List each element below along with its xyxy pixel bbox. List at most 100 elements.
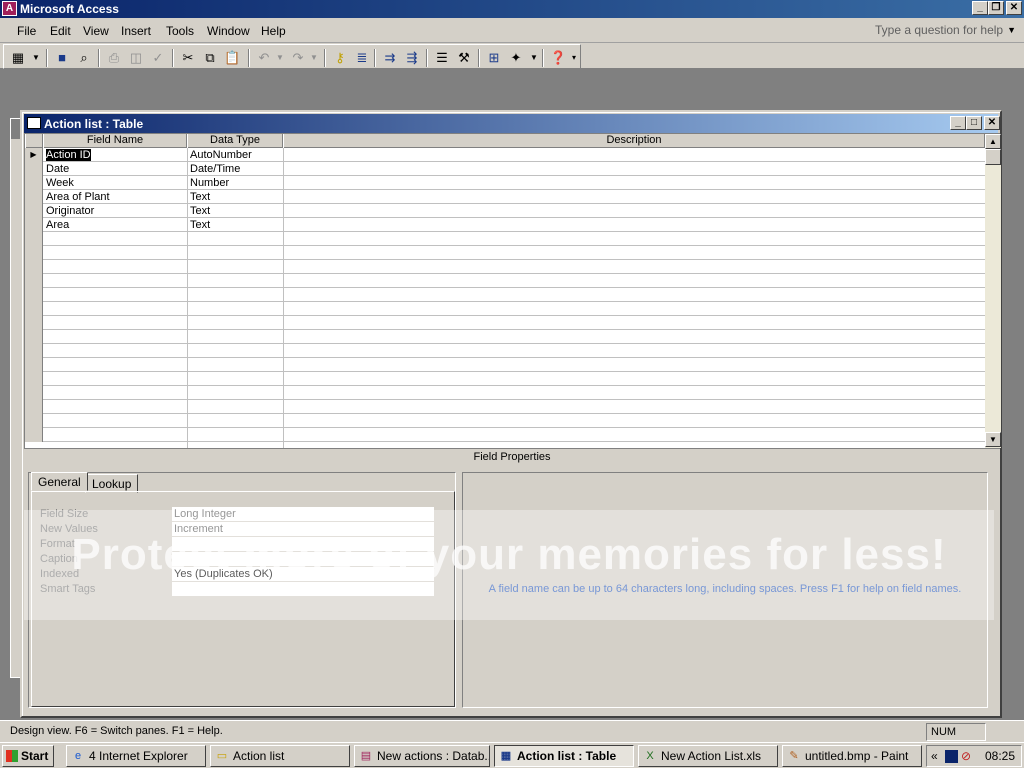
task-action-list-table[interactable]: ▦ Action list : Table	[494, 745, 634, 767]
view-design-icon[interactable]: ▦	[10, 50, 26, 65]
row-selector[interactable]	[25, 190, 43, 204]
tray-expand-icon[interactable]: «	[931, 749, 938, 763]
row-selector[interactable]	[25, 218, 43, 232]
restore-button[interactable]: ❐	[988, 1, 1004, 15]
start-button[interactable]: Start	[2, 745, 54, 767]
paste-icon[interactable]: 📋	[224, 50, 240, 65]
property-value-format[interactable]	[172, 537, 434, 551]
description-cell[interactable]	[283, 218, 985, 232]
description-cell[interactable]	[283, 176, 985, 190]
data-type-cell[interactable]: Date/Time	[187, 162, 283, 176]
description-cell[interactable]	[283, 148, 985, 162]
menu-edit[interactable]: Edit	[50, 24, 71, 38]
new-object-icon[interactable]: ✦	[508, 50, 524, 65]
cut-icon[interactable]: ✂	[180, 50, 196, 65]
empty-row[interactable]	[25, 386, 985, 400]
field-name-cell[interactable]: Area	[43, 218, 187, 232]
minimize-button[interactable]: _	[972, 1, 988, 15]
empty-row[interactable]	[25, 260, 985, 274]
delete-rows-icon[interactable]: ⇶	[404, 50, 420, 65]
field-name-cell[interactable]: Area of Plant	[43, 190, 187, 204]
empty-row[interactable]	[25, 288, 985, 302]
scroll-up-icon[interactable]: ▲	[985, 134, 1001, 149]
description-cell[interactable]	[283, 204, 985, 218]
toolbar-options-icon[interactable]: ▾	[570, 50, 578, 65]
task-paint[interactable]: ✎ untitled.bmp - Paint	[782, 745, 922, 767]
empty-row[interactable]	[25, 372, 985, 386]
database-window-icon[interactable]: ⊞	[486, 50, 502, 65]
empty-row[interactable]	[25, 316, 985, 330]
table-row[interactable]: Originator Text	[25, 204, 985, 218]
current-row-arrow-icon[interactable]: ▶	[25, 148, 43, 162]
field-name-cell[interactable]: Originator	[43, 204, 187, 218]
empty-row[interactable]	[25, 274, 985, 288]
build-icon[interactable]: ⚒	[456, 50, 472, 65]
primary-key-icon[interactable]: ⚷	[332, 50, 348, 65]
redo-icon[interactable]: ↷	[290, 50, 306, 65]
table-row[interactable]: Date Date/Time	[25, 162, 985, 176]
data-type-cell[interactable]: Text	[187, 190, 283, 204]
task-internet-explorer[interactable]: e 4 Internet Explorer	[66, 745, 206, 767]
data-type-cell[interactable]: AutoNumber	[187, 148, 283, 162]
menu-insert[interactable]: Insert	[121, 24, 151, 38]
row-selector[interactable]	[25, 204, 43, 218]
properties-icon[interactable]: ☰	[434, 50, 450, 65]
close-button[interactable]: ✕	[1006, 1, 1022, 15]
tab-general[interactable]: General	[31, 472, 88, 491]
menu-window[interactable]: Window	[207, 24, 250, 38]
empty-row[interactable]	[25, 246, 985, 260]
description-cell[interactable]	[283, 162, 985, 176]
menu-tools[interactable]: Tools	[166, 24, 194, 38]
empty-row[interactable]	[25, 400, 985, 414]
empty-row[interactable]	[25, 414, 985, 428]
table-row[interactable]: Area Text	[25, 218, 985, 232]
data-type-cell[interactable]: Text	[187, 218, 283, 232]
property-value-indexed[interactable]: Yes (Duplicates OK)	[172, 567, 434, 581]
row-selector[interactable]	[25, 176, 43, 190]
property-value-new-values[interactable]: Increment	[172, 522, 434, 536]
search-icon[interactable]: ⌕	[76, 50, 92, 65]
antivirus-icon[interactable]: ⊘	[961, 749, 971, 763]
column-header-description[interactable]: Description	[283, 134, 985, 148]
column-header-field-name[interactable]: Field Name	[43, 134, 187, 148]
task-excel-file[interactable]: X New Action List.xls	[638, 745, 778, 767]
field-name-cell[interactable]: Action ID	[43, 148, 187, 162]
property-value-caption[interactable]	[172, 552, 434, 566]
table-row[interactable]: ▶ Action ID AutoNumber	[25, 148, 985, 162]
vertical-scrollbar[interactable]: ▲ ▼	[985, 134, 1001, 448]
table-row[interactable]: Week Number	[25, 176, 985, 190]
empty-row[interactable]	[25, 358, 985, 372]
table-row[interactable]: Area of Plant Text	[25, 190, 985, 204]
row-selector[interactable]	[25, 162, 43, 176]
insert-rows-icon[interactable]: ⇉	[382, 50, 398, 65]
data-type-cell[interactable]: Text	[187, 204, 283, 218]
scroll-thumb[interactable]	[985, 149, 1001, 165]
property-value-field-size[interactable]: Long Integer	[172, 507, 434, 521]
chevron-down-icon[interactable]: ▼	[272, 50, 288, 65]
column-header-data-type[interactable]: Data Type	[187, 134, 283, 148]
chevron-down-icon[interactable]: ▼	[526, 50, 542, 65]
description-cell[interactable]	[283, 190, 985, 204]
help-icon[interactable]: ❓	[550, 50, 566, 65]
empty-row[interactable]	[25, 330, 985, 344]
copy-icon[interactable]: ⧉	[202, 50, 218, 65]
scroll-down-icon[interactable]: ▼	[985, 432, 1001, 447]
child-close-button[interactable]: ✕	[984, 116, 1000, 130]
data-type-cell[interactable]: Number	[187, 176, 283, 190]
empty-row[interactable]	[25, 428, 985, 442]
save-icon[interactable]: ■	[54, 50, 70, 65]
undo-icon[interactable]: ↶	[256, 50, 272, 65]
task-new-actions-database[interactable]: ▤ New actions : Datab...	[354, 745, 490, 767]
chevron-down-icon[interactable]: ▼	[306, 50, 322, 65]
property-value-smart-tags[interactable]	[172, 582, 434, 596]
child-maximize-button[interactable]: □	[966, 116, 982, 130]
menu-view[interactable]: View	[83, 24, 109, 38]
print-icon[interactable]: ⎙	[106, 50, 122, 65]
chevron-down-icon[interactable]: ▼	[28, 50, 44, 65]
field-name-cell[interactable]: Week	[43, 176, 187, 190]
child-minimize-button[interactable]: _	[950, 116, 966, 130]
chevron-down-icon[interactable]: ▼	[1007, 22, 1016, 38]
empty-row[interactable]	[25, 232, 985, 246]
monitor-icon[interactable]	[945, 750, 958, 763]
task-action-list-folder[interactable]: ▭ Action list	[210, 745, 350, 767]
